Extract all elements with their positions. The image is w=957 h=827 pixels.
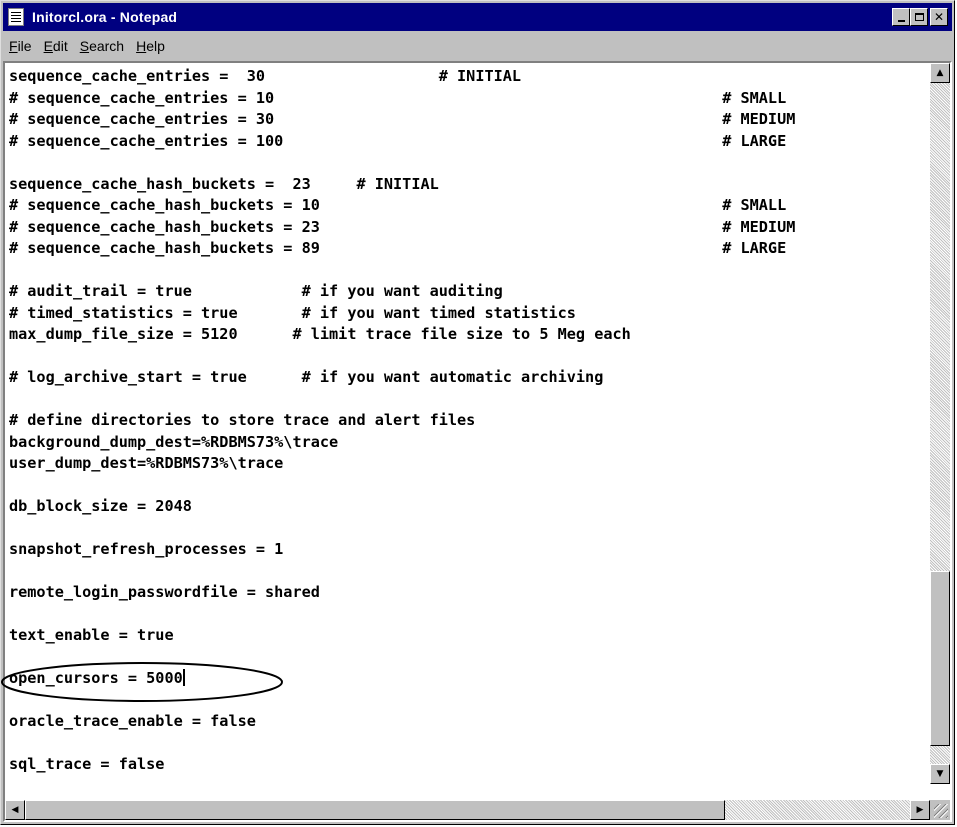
text-line[interactable] <box>9 389 929 411</box>
text-line[interactable]: # sequence_cache_hash_buckets = 89 # LAR… <box>9 238 929 260</box>
scroll-up-button[interactable]: ▲ <box>930 63 950 83</box>
text-line[interactable]: snapshot_refresh_processes = 1 <box>9 539 929 561</box>
arrow-up-icon: ▲ <box>936 68 944 78</box>
text-line[interactable]: sequence_cache_hash_buckets = 23 # INITI… <box>9 174 929 196</box>
text-caret <box>182 669 185 686</box>
window-controls: ✕ <box>892 8 948 26</box>
text-line[interactable] <box>9 690 929 712</box>
maximize-button[interactable] <box>910 8 928 26</box>
text-line[interactable]: # log_archive_start = true # if you want… <box>9 367 929 389</box>
size-grip[interactable] <box>930 800 950 820</box>
text-line[interactable]: sql_trace = false <box>9 754 929 776</box>
menu-bar: File Edit Search Help <box>3 34 171 58</box>
text-line[interactable]: # audit_trail = true # if you want audit… <box>9 281 929 303</box>
window-title: Initorcl.ora - Notepad <box>32 9 178 25</box>
text-line[interactable]: # timed_statistics = true # if you want … <box>9 303 929 325</box>
menu-search[interactable]: Search <box>74 38 130 54</box>
text-line[interactable]: background_dump_dest=%RDBMS73%\trace <box>9 432 929 454</box>
scroll-left-button[interactable]: ◀ <box>5 800 25 820</box>
arrow-left-icon: ◀ <box>11 805 19 815</box>
text-line[interactable]: # define directories to store trace and … <box>9 410 929 432</box>
text-line[interactable]: db_block_size = 2048 <box>9 496 929 518</box>
arrow-right-icon: ▶ <box>916 805 924 815</box>
menu-edit[interactable]: Edit <box>38 38 74 54</box>
scroll-right-button[interactable]: ▶ <box>910 800 930 820</box>
minimize-icon <box>897 20 905 22</box>
text-line[interactable]: # sequence_cache_hash_buckets = 10 # SMA… <box>9 195 929 217</box>
text-line[interactable] <box>9 561 929 583</box>
text-line[interactable]: remote_login_passwordfile = shared <box>9 582 929 604</box>
text-line[interactable]: max_dump_file_size = 5120 # limit trace … <box>9 324 929 346</box>
text-line[interactable] <box>9 260 929 282</box>
text-line[interactable] <box>9 518 929 540</box>
text-line[interactable] <box>9 647 929 669</box>
close-icon: ✕ <box>933 10 945 24</box>
text-line[interactable]: # sequence_cache_hash_buckets = 23 # MED… <box>9 217 929 239</box>
text-line[interactable]: # sequence_cache_entries = 10 # SMALL <box>9 88 929 110</box>
editor-frame: sequence_cache_entries = 30 # INITIAL # s… <box>3 61 952 822</box>
text-line[interactable] <box>9 475 929 497</box>
text-editor[interactable]: sequence_cache_entries = 30 # INITIAL # s… <box>9 66 929 784</box>
vertical-scroll-thumb[interactable] <box>930 571 950 746</box>
vertical-scrollbar[interactable]: ▲ ▼ <box>930 63 950 784</box>
title-bar[interactable]: Initorcl.ora - Notepad ✕ <box>3 3 952 31</box>
arrow-down-icon: ▼ <box>936 769 944 779</box>
text-line[interactable]: sequence_cache_entries = 30 # INITIAL <box>9 66 929 88</box>
horizontal-scroll-thumb[interactable] <box>25 800 725 820</box>
notepad-window: Initorcl.ora - Notepad ✕ File Edit Searc… <box>0 0 955 825</box>
text-line[interactable]: open_cursors = 5000 <box>9 668 929 690</box>
text-line[interactable]: # sequence_cache_entries = 100 # LARGE <box>9 131 929 153</box>
menu-help[interactable]: Help <box>130 38 171 54</box>
scroll-down-button[interactable]: ▼ <box>930 764 950 784</box>
text-line[interactable] <box>9 346 929 368</box>
text-line[interactable]: text_enable = true <box>9 625 929 647</box>
maximize-icon <box>914 13 924 21</box>
text-line[interactable] <box>9 152 929 174</box>
text-line[interactable]: # sequence_cache_entries = 30 # MEDIUM <box>9 109 929 131</box>
text-line[interactable] <box>9 733 929 755</box>
horizontal-scrollbar[interactable]: ◀ ▶ <box>5 800 930 820</box>
minimize-button[interactable] <box>892 8 910 26</box>
text-line[interactable] <box>9 604 929 626</box>
text-line[interactable]: oracle_trace_enable = false <box>9 711 929 733</box>
menu-file[interactable]: File <box>3 38 38 54</box>
text-line[interactable]: user_dump_dest=%RDBMS73%\trace <box>9 453 929 475</box>
close-button[interactable]: ✕ <box>930 8 948 26</box>
notepad-icon[interactable] <box>8 8 24 26</box>
